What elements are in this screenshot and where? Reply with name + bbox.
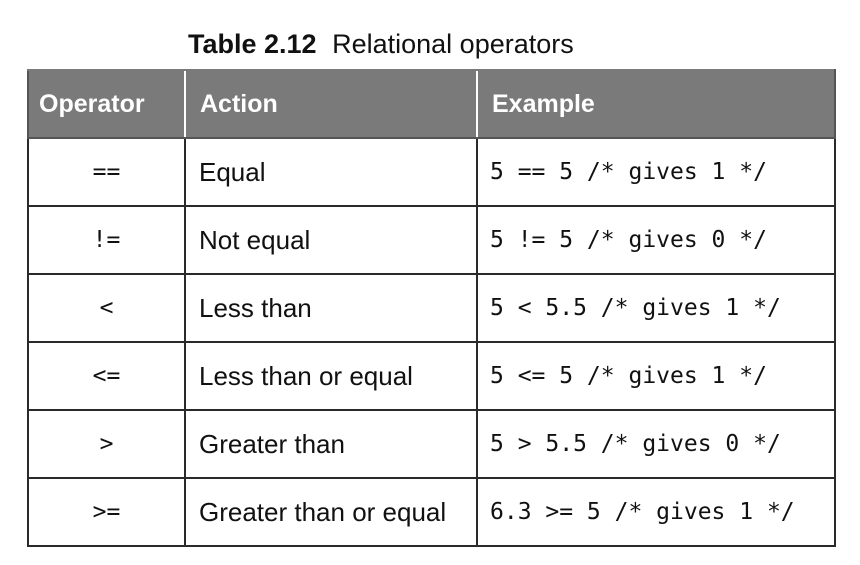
example-cell: 5 <= 5 /* gives 1 */ (476, 341, 836, 411)
action-cell: Not equal (184, 205, 478, 275)
header-operator: Operator (27, 69, 185, 139)
header-row: Operator Action Example (27, 69, 836, 139)
operator-cell: <= (27, 341, 186, 411)
header-example: Example (476, 69, 836, 139)
action-cell: Less than or equal (184, 341, 478, 411)
action-cell: Greater than or equal (184, 477, 478, 547)
operator-cell: == (27, 137, 186, 207)
table-number: Table 2.12 (188, 29, 317, 59)
operator-cell: < (27, 273, 186, 343)
example-cell: 6.3 >= 5 /* gives 1 */ (476, 477, 836, 547)
operator-cell: != (27, 205, 186, 275)
table-row: > Greater than 5 > 5.5 /* gives 0 */ (27, 409, 836, 479)
operator-cell: >= (27, 477, 186, 547)
action-cell: Equal (184, 137, 478, 207)
table-row: != Not equal 5 != 5 /* gives 0 */ (27, 205, 836, 275)
table-row: <= Less than or equal 5 <= 5 /* gives 1 … (27, 341, 836, 411)
example-cell: 5 != 5 /* gives 0 */ (476, 205, 836, 275)
table-row: < Less than 5 < 5.5 /* gives 1 */ (27, 273, 836, 343)
table-row: == Equal 5 == 5 /* gives 1 */ (27, 137, 836, 207)
relational-operators-table: Operator Action Example == Equal 5 == 5 … (27, 69, 836, 547)
table-caption: Table 2.12 Relational operators (188, 24, 574, 64)
action-cell: Greater than (184, 409, 478, 479)
action-cell: Less than (184, 273, 478, 343)
table-row: >= Greater than or equal 6.3 >= 5 /* giv… (27, 477, 836, 547)
example-cell: 5 < 5.5 /* gives 1 */ (476, 273, 836, 343)
table-title: Relational operators (332, 29, 574, 59)
example-cell: 5 == 5 /* gives 1 */ (476, 137, 836, 207)
example-cell: 5 > 5.5 /* gives 0 */ (476, 409, 836, 479)
operator-cell: > (27, 409, 186, 479)
header-action: Action (184, 69, 477, 139)
